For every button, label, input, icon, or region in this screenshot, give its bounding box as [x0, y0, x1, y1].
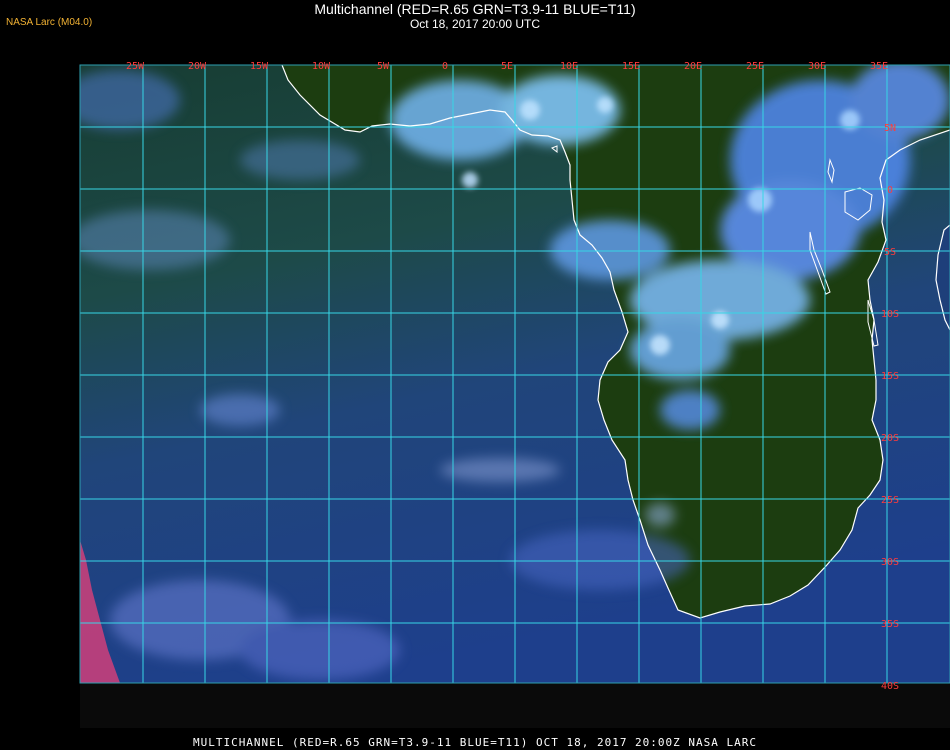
- latitude-label: 25S: [881, 495, 899, 506]
- latitude-label: 30S: [881, 557, 899, 568]
- longitude-label: 10E: [560, 61, 578, 72]
- latitude-label: 5N: [884, 123, 896, 134]
- longitude-label: 5E: [501, 61, 513, 72]
- longitude-label: 10W: [312, 61, 331, 72]
- satellite-map: 25W 20W 15W 10W 5W 0 5E 10E 15E 20E 25E 30E 35E 5N 0 5S…: [79, 61, 950, 728]
- latitude-label: 0: [887, 185, 893, 196]
- longitude-label: 0: [442, 61, 448, 72]
- longitude-label: 30E: [808, 61, 826, 72]
- map-bottom-strip: [80, 683, 950, 728]
- latitude-label: 10S: [881, 309, 899, 320]
- longitude-label: 25E: [746, 61, 764, 72]
- latitude-label: 40S: [881, 681, 899, 692]
- latitude-label: 20S: [881, 433, 899, 444]
- latitude-label: 35S: [881, 619, 899, 630]
- longitude-label: 15W: [250, 61, 269, 72]
- longitude-label: 35E: [870, 61, 888, 72]
- longitude-label: 20W: [188, 61, 207, 72]
- longitude-label: 5W: [377, 61, 390, 72]
- longitude-label: 25W: [126, 61, 145, 72]
- footer-caption: MULTICHANNEL (RED=R.65 GRN=T3.9-11 BLUE=…: [192, 736, 758, 749]
- latitude-label: 15S: [881, 371, 899, 382]
- latitude-label: 5S: [884, 247, 896, 258]
- longitude-label: 15E: [622, 61, 640, 72]
- longitude-label: 20E: [684, 61, 702, 72]
